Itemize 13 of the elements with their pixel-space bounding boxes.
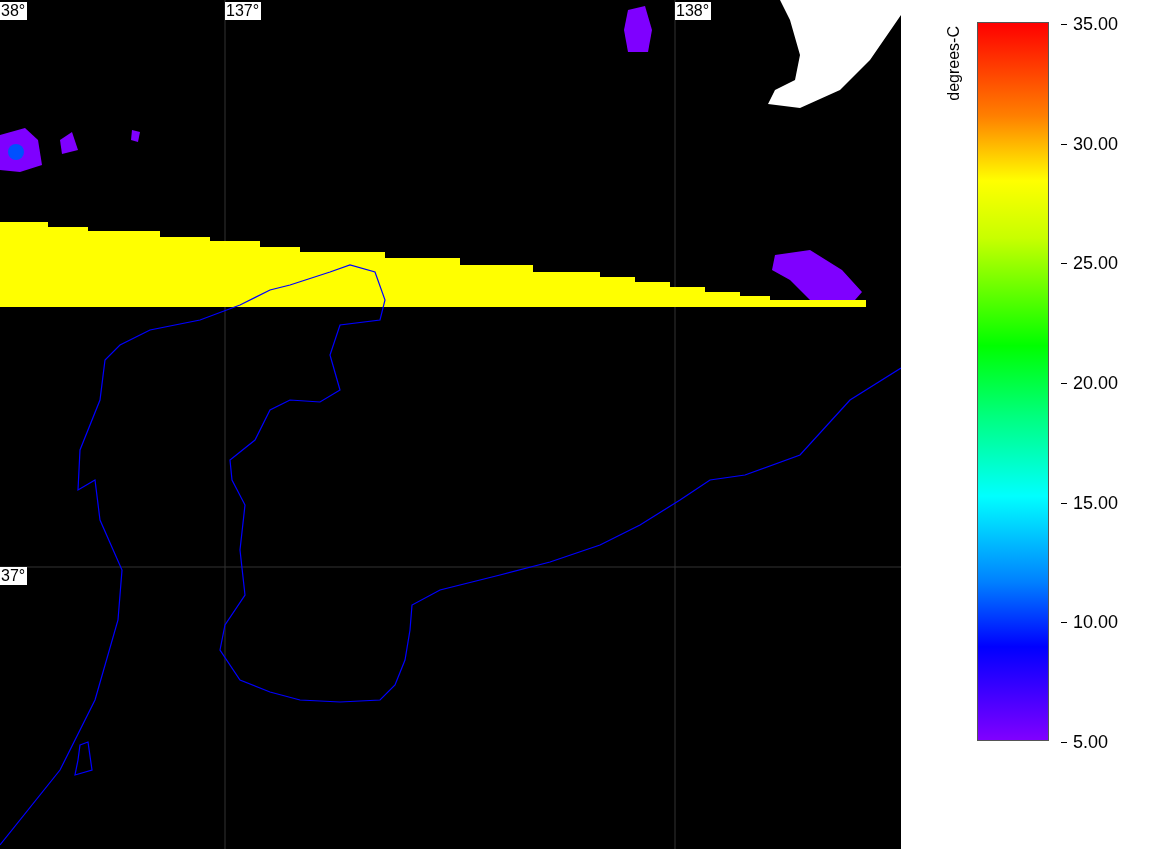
scale-value: 15.00 — [1073, 492, 1119, 514]
latitude-label: 37° — [0, 567, 28, 585]
scale-value: 10.00 — [1073, 612, 1119, 634]
unit-label: degrees-C — [945, 26, 963, 101]
scale-value: 30.00 — [1073, 133, 1119, 155]
longitude-label: 138° — [675, 2, 712, 20]
scale-value: 35.00 — [1073, 14, 1119, 35]
scale-value: 25.00 — [1073, 253, 1119, 275]
scale-value: 20.00 — [1073, 372, 1119, 394]
latitude-label: 38° — [0, 2, 28, 20]
longitude-label: 137° — [225, 2, 262, 20]
scale-value: 5.00 — [1073, 731, 1109, 753]
island-outline — [74, 741, 93, 776]
